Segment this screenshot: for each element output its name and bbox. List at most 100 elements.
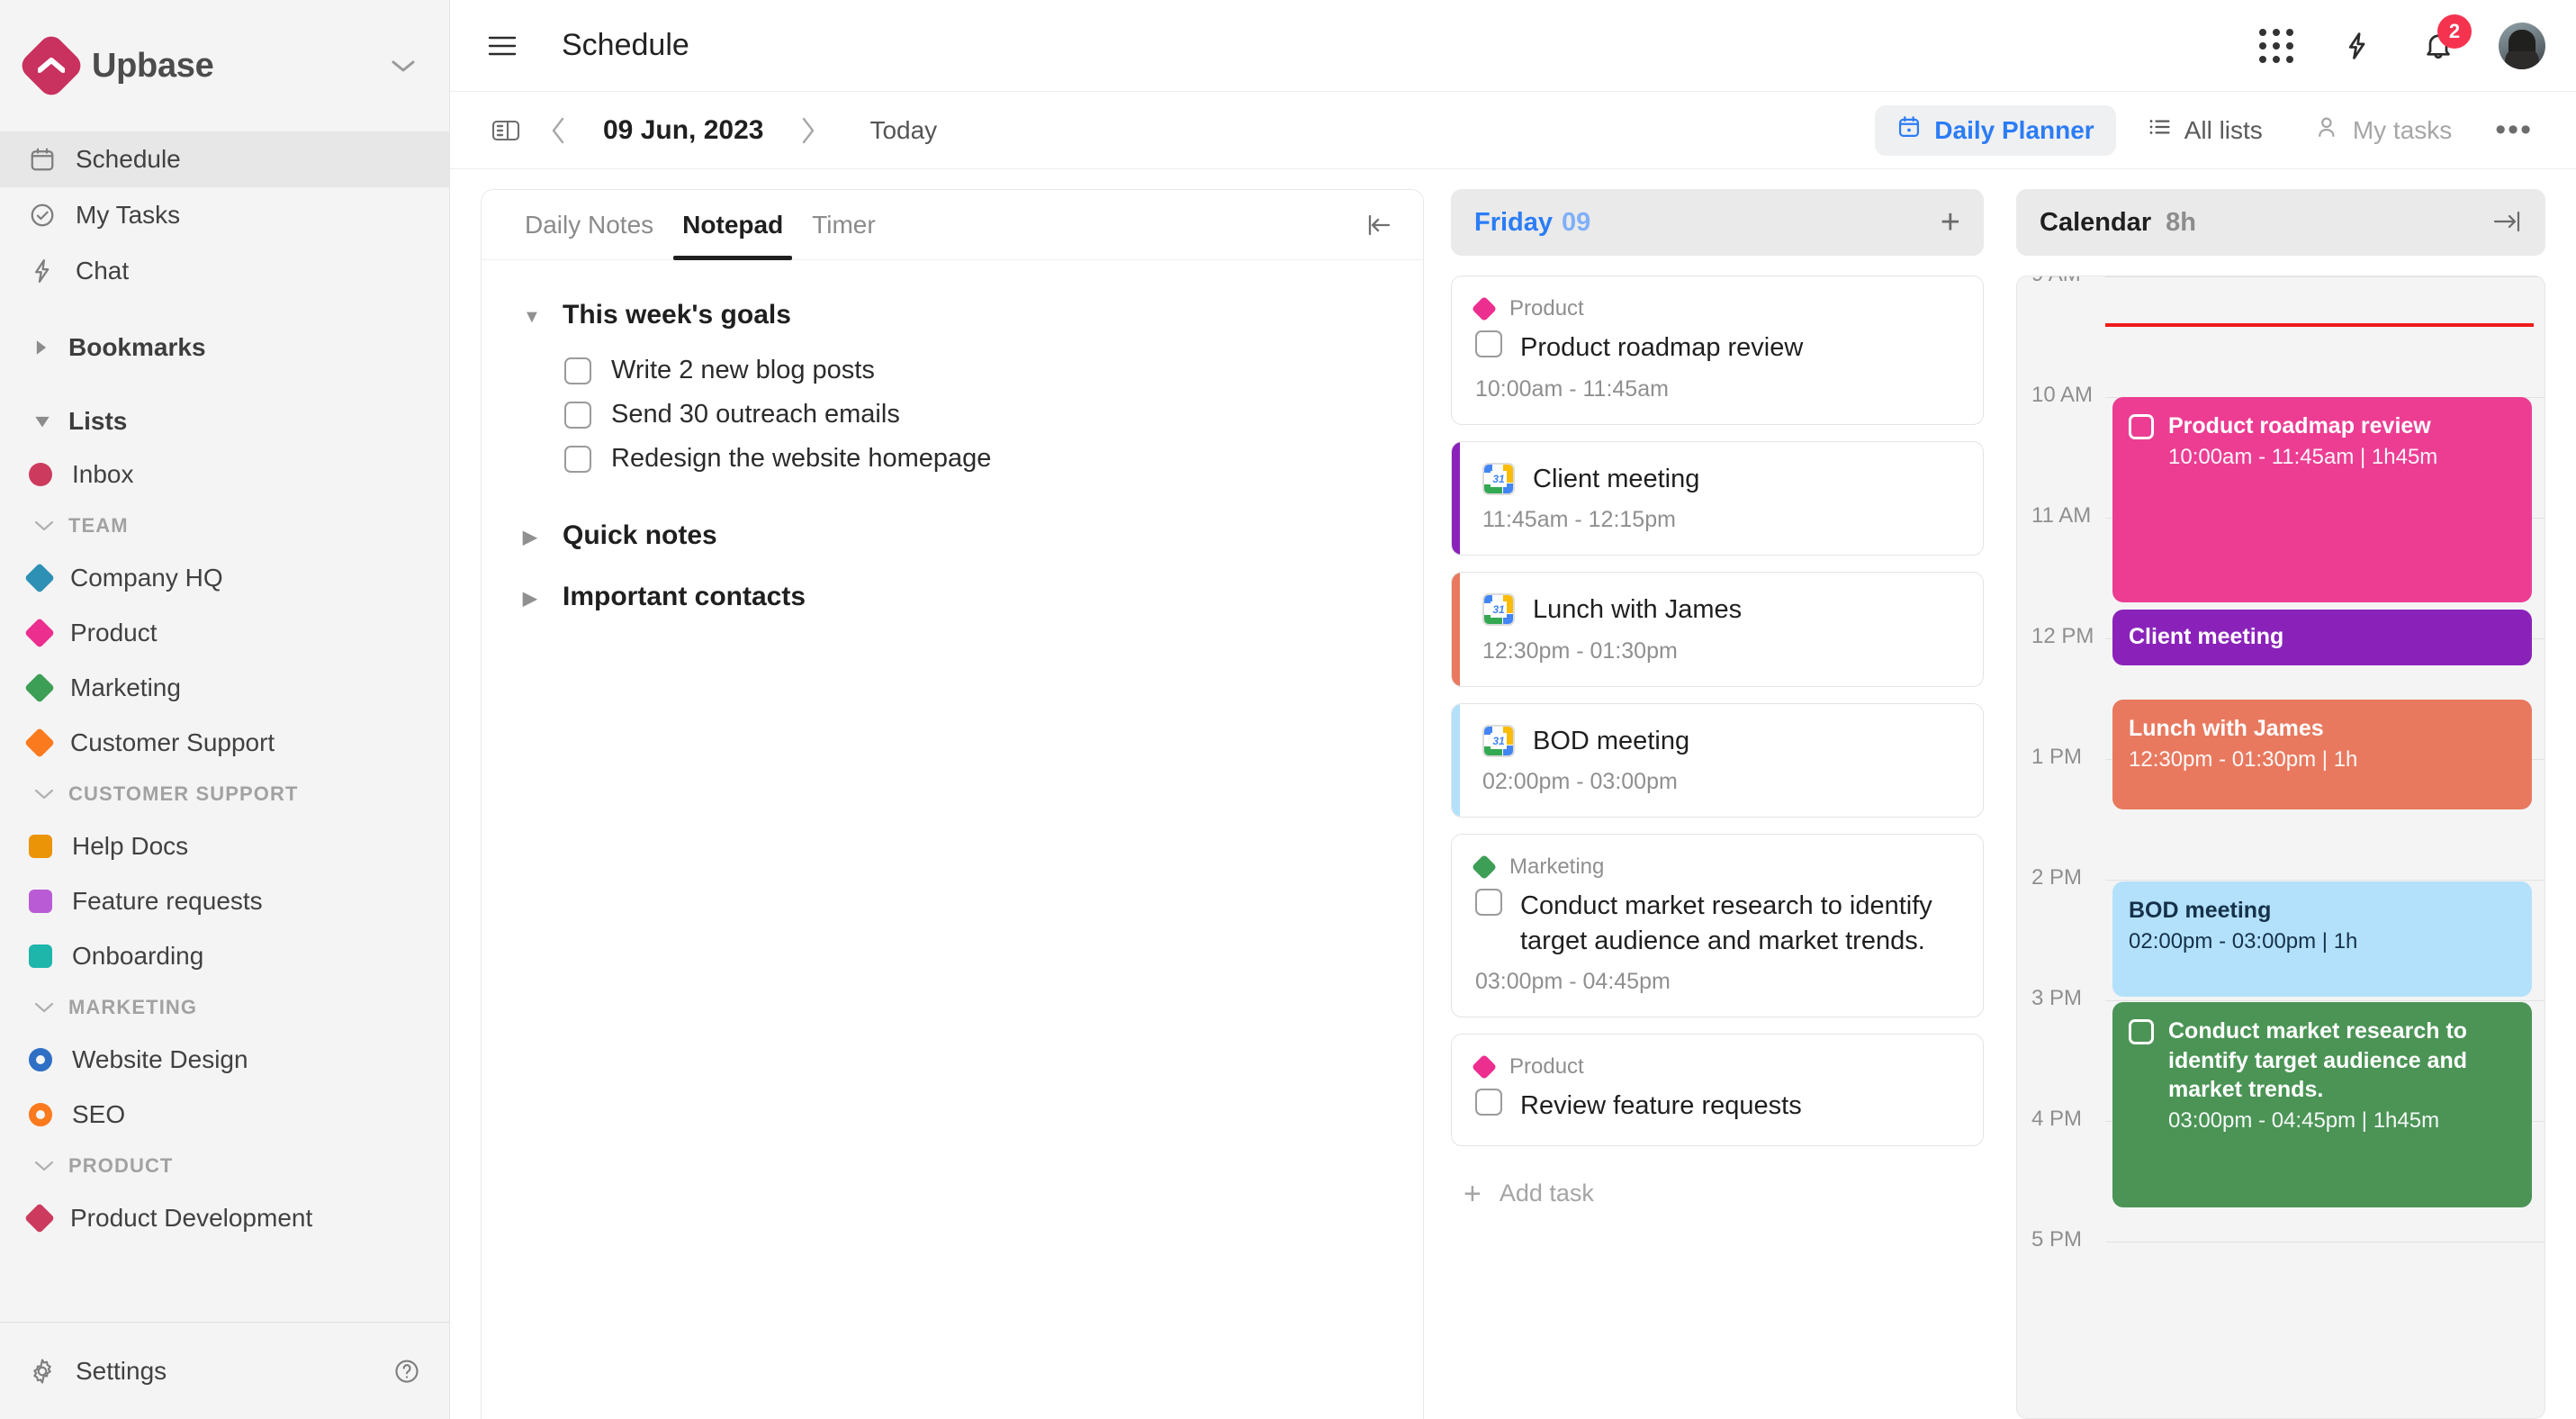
sidebar-item-feature-requests[interactable]: Feature requests [0, 873, 449, 928]
tab-daily-notes[interactable]: Daily Notes [512, 190, 666, 260]
tab-all-lists[interactable]: All lists [2125, 105, 2284, 156]
add-task-label: Add task [1499, 1179, 1594, 1207]
sidebar-item-customer-support[interactable]: Customer Support [0, 715, 449, 770]
notepad-checklist-item[interactable]: Send 30 outreach emails [523, 393, 1387, 437]
calendar-event[interactable]: Lunch with James 12:30pm - 01:30pm | 1h [2112, 700, 2532, 809]
notepad-tabs: Daily Notes Notepad Timer [482, 190, 1423, 260]
task-card[interactable]: Product Review feature requests [1451, 1034, 1984, 1146]
task-card[interactable]: Product Product roadmap review 10:00am -… [1451, 276, 1984, 425]
list-color-icon [24, 1202, 55, 1234]
hamburger-icon[interactable] [484, 28, 520, 64]
avatar[interactable] [2499, 22, 2545, 69]
settings-label[interactable]: Settings [76, 1357, 374, 1386]
list-color-icon [1471, 1054, 1498, 1080]
notepad-block-heading[interactable]: ▶ Quick notes [523, 520, 1387, 555]
event-card[interactable]: 31 BOD meeting 02:00pm - 03:00pm [1451, 702, 1984, 818]
chevron-down-icon[interactable] [390, 58, 417, 74]
sidebar-item-seo[interactable]: SEO [0, 1087, 449, 1142]
sidebar-item-label: SEO [72, 1099, 126, 1128]
expand-right-icon[interactable] [2493, 205, 2522, 240]
notepad-body[interactable]: ▼ This week's goals Write 2 new blog pos… [482, 260, 1423, 1419]
help-circle-icon[interactable] [392, 1356, 422, 1387]
hour-label: 1 PM [2031, 745, 2083, 769]
sidebar-item-label: My Tasks [76, 201, 181, 229]
checkbox[interactable] [1475, 330, 1502, 357]
grid-apps-icon[interactable] [2256, 25, 2297, 67]
add-task-button[interactable]: + Add task [1451, 1162, 1984, 1209]
prev-day-button[interactable] [536, 109, 580, 152]
sidebar-item-label: Marketing [70, 673, 181, 701]
sidebar-item-chat[interactable]: Chat [0, 243, 449, 299]
notepad-block-heading[interactable]: ▼ This week's goals [523, 300, 1387, 334]
sidebar-group-lists[interactable]: Lists [0, 396, 449, 447]
sidebar-section-marketing[interactable]: MARKETING [0, 983, 449, 1032]
notepad-block-heading[interactable]: ▶ Important contacts [523, 582, 1387, 616]
sidebar-item-my-tasks[interactable]: My Tasks [0, 187, 449, 243]
sidebar-item-website-design[interactable]: Website Design [0, 1032, 449, 1087]
list-color-icon [29, 944, 52, 968]
calendar-grid[interactable]: 9 AM 10 AM 11 AM 12 PM [2016, 276, 2545, 1419]
triangle-right-icon: ▶ [523, 528, 537, 547]
task-card[interactable]: Marketing Conduct market research to ide… [1451, 834, 1984, 1018]
sidebar-item-product-development[interactable]: Product Development [0, 1190, 449, 1245]
task-title: Review feature requests [1520, 1091, 1802, 1121]
checkbox[interactable] [564, 357, 591, 384]
event-title: BOD meeting [2129, 898, 2272, 923]
event-card[interactable]: 31 Lunch with James 12:30pm - 01:30pm [1451, 572, 1984, 687]
calendar-event[interactable]: Conduct market research to identify targ… [2112, 1002, 2532, 1207]
bolt-icon[interactable] [2337, 25, 2378, 67]
task-time: 03:00pm - 04:45pm [1475, 969, 1671, 995]
section-title: PRODUCT [68, 1154, 174, 1177]
sidebar-item-schedule[interactable]: Schedule [0, 131, 449, 187]
sidebar-section-product[interactable]: PRODUCT [0, 1142, 449, 1190]
sidebar-item-inbox[interactable]: Inbox [0, 447, 449, 502]
current-date[interactable]: 09 Jun, 2023 [589, 115, 778, 146]
daily-planner-icon [1896, 114, 1922, 146]
gear-icon[interactable] [27, 1356, 58, 1387]
page-title: Schedule [562, 28, 689, 62]
tab-timer[interactable]: Timer [799, 190, 888, 260]
checkbox[interactable] [2129, 414, 2154, 439]
event-title: Product roadmap review [2168, 413, 2431, 438]
sidebar-section-customer-support[interactable]: CUSTOMER SUPPORT [0, 770, 449, 818]
calendar-event[interactable]: Client meeting [2112, 610, 2532, 665]
notepad-checklist-item[interactable]: Write 2 new blog posts [523, 348, 1387, 393]
calendar-header: Calendar 8h [2016, 189, 2545, 256]
list-color-icon [24, 617, 55, 648]
today-button[interactable]: Today [869, 116, 937, 145]
tab-notepad[interactable]: Notepad [670, 190, 796, 260]
sidebar-item-onboarding[interactable]: Onboarding [0, 928, 449, 983]
workspace-switcher[interactable]: Upbase [0, 0, 449, 131]
sidebar-group-bookmarks[interactable]: Bookmarks [0, 322, 449, 373]
checkbox[interactable] [564, 445, 591, 473]
calendar-event[interactable]: BOD meeting 02:00pm - 03:00pm | 1h [2112, 881, 2532, 997]
bell-icon[interactable]: 2 [2418, 14, 2472, 67]
sidebar-section-team[interactable]: TEAM [0, 502, 449, 550]
sidebar-item-product[interactable]: Product [0, 605, 449, 660]
tab-label: Daily Planner [1934, 115, 2094, 144]
tab-my-tasks[interactable]: My tasks [2293, 105, 2473, 156]
event-card[interactable]: 31 Client meeting 11:45am - 12:15pm [1451, 440, 1984, 556]
checkbox[interactable] [2129, 1019, 2154, 1044]
calendar-event[interactable]: Product roadmap review 10:00am - 11:45am… [2112, 397, 2532, 602]
collapse-left-icon[interactable] [1356, 204, 1398, 246]
next-day-button[interactable] [787, 109, 830, 152]
sidebar-panel-icon[interactable] [484, 109, 527, 152]
checkbox[interactable] [564, 401, 591, 429]
checklist-label: Send 30 outreach emails [611, 400, 900, 429]
event-title: Client meeting [2129, 624, 2284, 649]
plus-icon[interactable]: + [1941, 205, 1960, 240]
checkbox[interactable] [1475, 889, 1502, 917]
sidebar-item-marketing[interactable]: Marketing [0, 660, 449, 715]
event-title: BOD meeting [1533, 726, 1690, 755]
hour-label: 2 PM [2031, 865, 2083, 890]
sidebar-item-company-hq[interactable]: Company HQ [0, 550, 449, 605]
more-options-button[interactable]: ••• [2482, 113, 2545, 148]
list-color-icon [29, 834, 52, 858]
sidebar-item-help-docs[interactable]: Help Docs [0, 818, 449, 873]
notepad-checklist-item[interactable]: Redesign the website homepage [523, 437, 1387, 481]
checkbox[interactable] [1475, 1089, 1502, 1116]
tab-daily-planner[interactable]: Daily Planner [1875, 104, 2116, 156]
